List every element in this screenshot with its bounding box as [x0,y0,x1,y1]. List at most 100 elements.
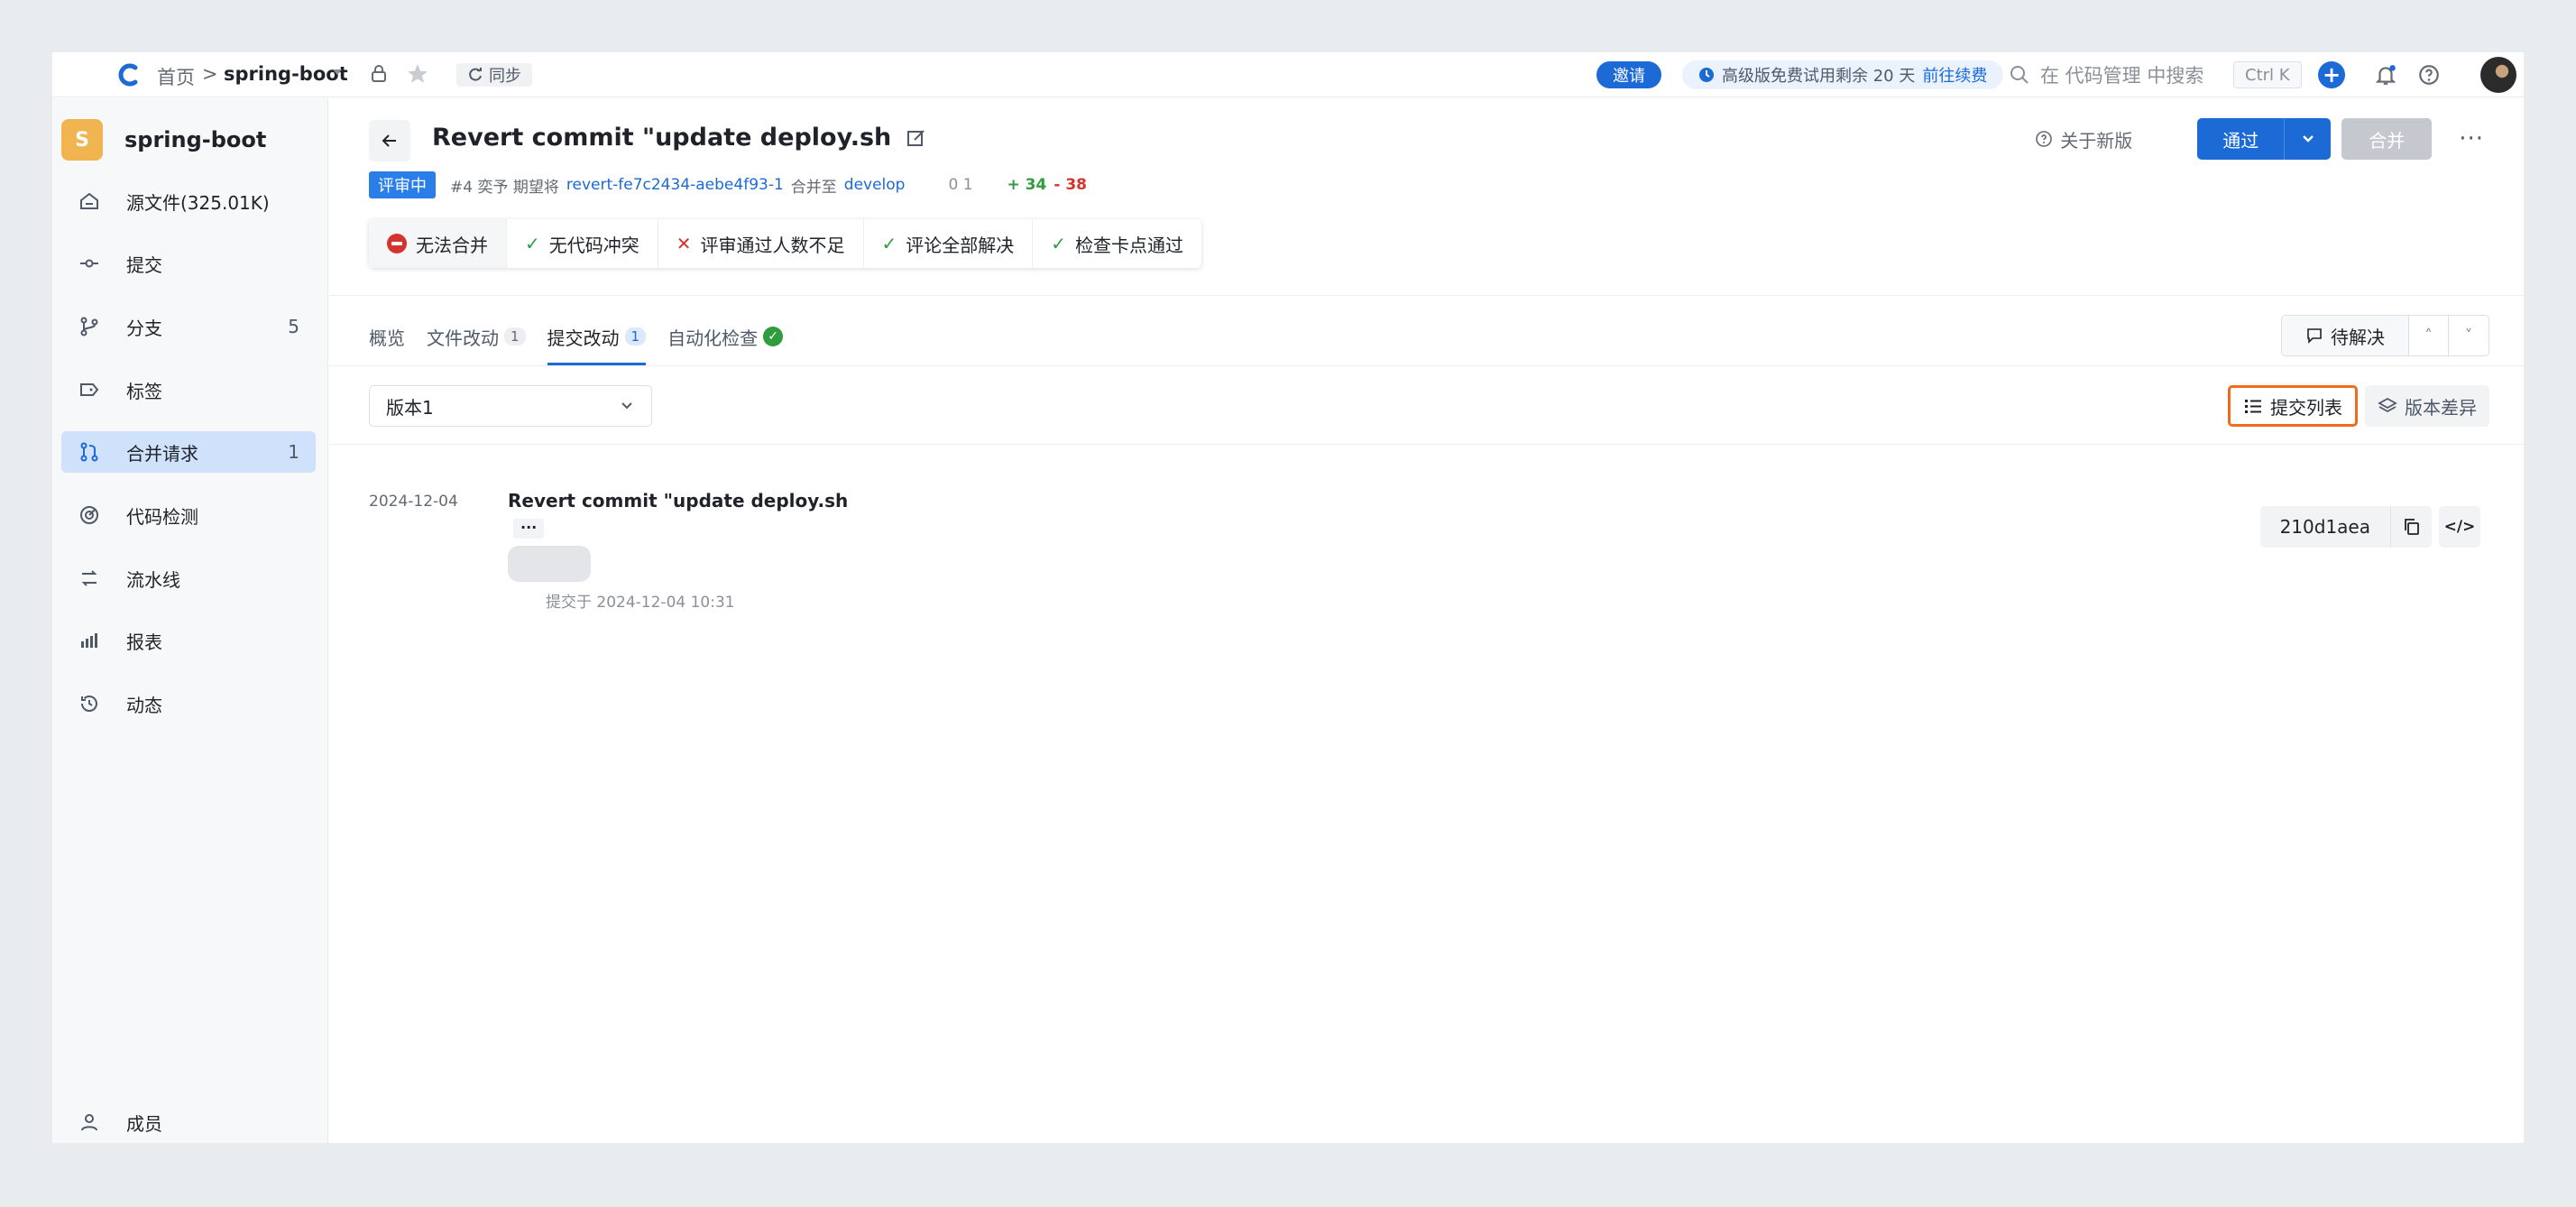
check-label: 无法合并 [416,234,488,256]
check-label: 无代码冲突 [548,234,639,256]
search-placeholder: 在 代码管理 中搜索 [2040,65,2204,87]
sidebar-item-merge-requests[interactable]: 合并请求 1 [61,431,316,473]
help-icon[interactable] [2415,61,2443,88]
sidebar-item-label: 动态 [126,694,162,716]
blocked-icon [387,234,407,253]
trial-banner: 高级版免费试用剩余 20 天 前往续费 [1682,60,2004,89]
layers-icon [2378,397,2397,413]
sidebar-item-files[interactable]: 源文件(325.01K) [61,180,316,222]
check-icon: ✓ [1051,233,1067,254]
invite-button[interactable]: 邀请 [1596,61,1661,88]
sidebar-item-members[interactable]: 成员 [61,1101,316,1143]
main-content: Revert commit "update deploy.sh 评审中 #4 奕… [329,98,2524,1143]
commit-list-button[interactable]: 提交列表 [2228,385,2358,427]
sidebar-item-label: 流水线 [126,568,180,591]
search-shortcut: Ctrl K [2233,61,2302,88]
sidebar-item-pipeline[interactable]: 流水线 [61,557,316,599]
sidebar-item-count: 1 [288,441,299,463]
refresh-icon [469,68,482,81]
sidebar-item-label: 合并请求 [126,442,198,465]
chevron-down-icon [2302,135,2314,143]
status-badge: 评审中 [369,171,436,198]
mr-actions: 关于新版 通过 合并 ··· [2035,118,2524,160]
sidebar-item-label: 标签 [126,380,162,402]
edit-icon[interactable] [906,127,927,149]
bar-chart-icon [78,629,101,652]
sidebar-item-tags[interactable]: 标签 [61,369,316,410]
sync-label: 同步 [489,67,521,86]
check-reviewers[interactable]: ✕ 评审通过人数不足 [658,219,864,268]
approve-dropdown[interactable] [2284,118,2332,160]
version-select[interactable]: 版本1 [369,385,652,427]
check-mergeable[interactable]: 无法合并 [369,219,507,268]
about-new-version[interactable]: 关于新版 [2035,126,2132,152]
about-label: 关于新版 [2060,129,2133,152]
sidebar-item-commits[interactable]: 提交 [61,243,316,284]
version-diff-button[interactable]: 版本差异 [2365,385,2489,427]
renew-link[interactable]: 前往续费 [1922,63,1987,87]
version-selected: 版本1 [386,396,434,419]
approve-split-button: 通过 [2197,118,2332,160]
next-pending-button[interactable]: ˅ [2449,316,2489,355]
copy-icon[interactable] [2390,506,2432,548]
tab-overview[interactable]: 概览 [369,308,405,365]
check-comments[interactable]: ✓ 评论全部解决 [864,219,1034,268]
mr-tabs: 概览 文件改动 1 提交改动 1 自动化检查 ✓ [369,308,784,365]
star-icon[interactable] [406,62,429,86]
pending-button[interactable]: 待解决 [2282,316,2409,355]
list-icon [2245,400,2261,413]
tab-auto-checks[interactable]: 自动化检查 ✓ [667,308,784,365]
pending-navigator: 待解决 ˄ ˅ [2281,315,2489,356]
expand-message-button[interactable]: ··· [513,519,545,539]
sidebar-item-label: 报表 [126,631,162,653]
commit-title[interactable]: Revert commit "update deploy.sh [508,490,848,511]
repo-dropdown-icon[interactable] [330,65,345,79]
check-no-conflict[interactable]: ✓ 无代码冲突 [507,219,658,268]
lock-icon[interactable] [368,63,390,85]
sidebar-item-code-scan[interactable]: 代码检测 [61,494,316,536]
merge-button[interactable]: 合并 [2341,118,2433,160]
create-plus-button[interactable]: + [2318,61,2345,88]
mr-id-author: #4 奕予 期望将 [450,178,559,197]
source-branch-link[interactable]: revert-fe7c2434-aebe4f93-1 [566,176,784,194]
additions-count: + 34 [1007,176,1047,194]
logo-icon[interactable] [115,62,141,88]
mr-meta: 评审中 #4 奕予 期望将 revert-fe7c2434-aebe4f93-1… [369,171,1087,198]
comment-icon [2307,328,2322,344]
user-avatar[interactable] [2480,57,2516,93]
deletions-count: - 38 [1053,176,1087,194]
sync-button[interactable]: 同步 [456,63,532,87]
sidebar-item-activity[interactable]: 动态 [61,683,316,724]
commit-date: 2024-12-04 [369,493,458,511]
check-icon: ✓ [881,233,897,254]
global-search[interactable]: 在 代码管理 中搜索 [2010,62,2203,88]
check-gates[interactable]: ✓ 检查卡点通过 [1033,219,1201,268]
commit-hash[interactable]: 210d1aea [2259,506,2390,548]
version-diff-label: 版本差异 [2405,396,2477,419]
cross-icon: ✕ [676,233,692,254]
tab-commit-changes[interactable]: 提交改动 1 [547,308,647,365]
sidebar-item-label: 成员 [126,1112,162,1135]
user-icon [78,1110,101,1134]
back-button[interactable] [369,120,410,161]
check-label: 评审通过人数不足 [700,234,845,256]
mr-title: Revert commit "update deploy.sh [432,124,927,152]
commit-time: 提交于 2024-12-04 10:31 [546,594,735,612]
sidebar: S spring-boot 源文件(325.01K) 提交 分支 5 标签 合并… [52,98,328,1143]
view-code-icon[interactable]: </> [2439,506,2480,548]
notification-bell-icon[interactable] [2372,61,2399,88]
home-icon [78,189,101,213]
tag-icon [78,378,101,401]
sidebar-item-reports[interactable]: 报表 [61,620,316,661]
breadcrumb-separator: > [202,63,218,85]
target-branch-link[interactable]: develop [844,176,906,194]
sidebar-item-label: 代码检测 [126,505,198,528]
app-grid-icon[interactable] [69,64,90,86]
sidebar-item-branches[interactable]: 分支 5 [61,306,316,347]
breadcrumb-home[interactable]: 首页 [157,63,195,90]
previous-pending-button[interactable]: ˄ [2409,316,2449,355]
tab-file-changes[interactable]: 文件改动 1 [427,308,526,365]
sidebar-repo[interactable]: S spring-boot [61,118,266,161]
approve-button[interactable]: 通过 [2197,118,2285,160]
more-options-icon[interactable]: ··· [2459,125,2484,152]
